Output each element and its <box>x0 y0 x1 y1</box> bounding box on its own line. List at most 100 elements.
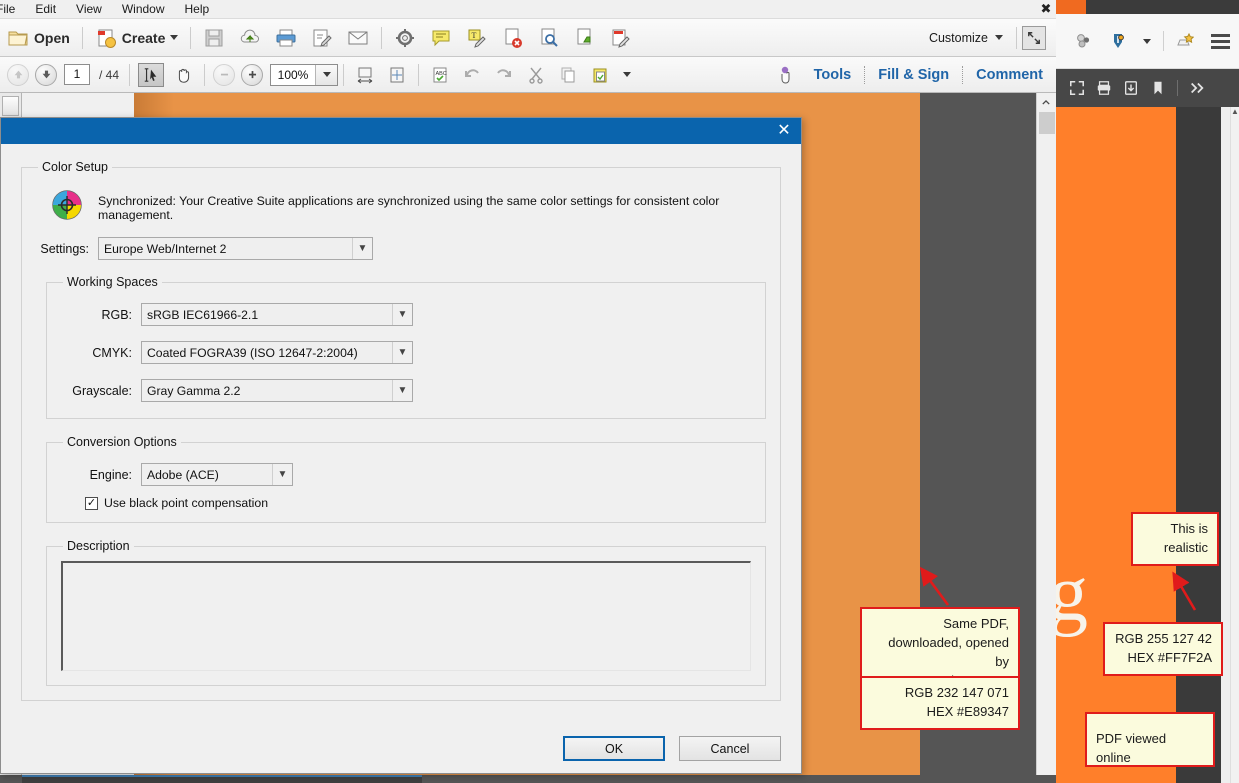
zoom-dropdown-button[interactable] <box>315 64 338 85</box>
add-comment-button[interactable] <box>423 23 459 53</box>
spell-check-button[interactable]: ABC <box>424 60 456 90</box>
fit-width-button[interactable] <box>349 60 381 90</box>
print-icon <box>275 27 297 49</box>
fill-and-sign-pane-button[interactable]: Fill & Sign <box>865 67 962 83</box>
black-point-compensation-checkbox[interactable]: ✓ <box>85 496 98 510</box>
touch-mode-button[interactable] <box>769 60 801 90</box>
rgb-select[interactable]: sRGB IEC61966-2.1 ▼ <box>141 303 413 326</box>
next-page-button[interactable] <box>35 63 57 86</box>
dialog-close-button[interactable]: ✕ <box>773 121 795 141</box>
chevron-down-icon[interactable]: ▼ <box>392 342 412 363</box>
bookmark-button[interactable] <box>1147 77 1169 99</box>
downloads-dropdown-button[interactable] <box>1136 26 1158 56</box>
select-tool-button[interactable] <box>138 62 165 87</box>
customize-menu[interactable]: Customize <box>929 31 1011 45</box>
cancel-button[interactable]: Cancel <box>679 736 781 761</box>
chevron-down-icon[interactable]: ▼ <box>272 464 292 485</box>
hamburger-menu-icon[interactable] <box>1211 33 1230 49</box>
bookmark-button[interactable] <box>1169 26 1201 56</box>
scrollbar-thumb[interactable] <box>22 775 422 783</box>
text-highlight-icon: T <box>466 27 488 49</box>
print-button[interactable] <box>1093 77 1115 99</box>
zoom-out-button[interactable] <box>213 63 236 86</box>
scroll-up-button[interactable]: ▲ <box>1231 107 1239 116</box>
delete-page-button[interactable] <box>495 23 531 53</box>
previous-page-button[interactable] <box>7 63 29 86</box>
svg-text:T: T <box>472 31 477 40</box>
black-point-compensation-row[interactable]: ✓ Use black point compensation <box>61 496 751 510</box>
menu-item-view[interactable]: View <box>66 0 112 18</box>
email-icon <box>347 27 369 49</box>
cmyk-select[interactable]: Coated FOGRA39 (ISO 12647-2:2004) ▼ <box>141 341 413 364</box>
tools-pane-button[interactable]: Tools <box>801 67 865 83</box>
toolbar-divider <box>204 63 206 86</box>
search-page-button[interactable] <box>531 23 567 53</box>
settings-select[interactable]: Europe Web/Internet 2 ▼ <box>98 237 373 260</box>
zoom-control[interactable]: 100% <box>270 63 339 86</box>
browser-tab[interactable] <box>1056 0 1086 14</box>
bookmark-star-icon <box>1176 32 1195 50</box>
menu-item-help[interactable]: Help <box>175 0 220 18</box>
hand-tool-button[interactable] <box>170 63 196 87</box>
open-button[interactable]: Open <box>0 23 77 53</box>
text-highlight-button[interactable]: T <box>459 23 495 53</box>
expand-view-button[interactable] <box>1022 25 1046 50</box>
undo-button[interactable] <box>456 60 488 90</box>
more-tools-button[interactable] <box>616 60 638 90</box>
vertical-scrollbar[interactable] <box>1036 93 1056 783</box>
menu-item-edit[interactable]: Edit <box>25 0 66 18</box>
scroll-up-button[interactable] <box>1037 93 1055 111</box>
toolbar-divider <box>381 26 383 49</box>
zoom-in-button[interactable] <box>241 63 264 86</box>
cut-button[interactable] <box>520 60 552 90</box>
ok-button[interactable]: OK <box>563 736 665 761</box>
menu-item-window[interactable]: Window <box>112 0 175 18</box>
chevron-down-icon[interactable]: ▼ <box>392 304 412 325</box>
grayscale-select[interactable]: Gray Gamma 2.2 ▼ <box>141 379 413 402</box>
dialog-button-row: OK Cancel <box>563 736 781 761</box>
menu-item-file[interactable]: File <box>0 0 25 18</box>
fit-page-icon <box>388 66 406 84</box>
browser-scrollbar[interactable]: ▲ <box>1230 107 1239 783</box>
sign-button[interactable] <box>304 23 340 53</box>
engine-select[interactable]: Adobe (ACE) ▼ <box>141 463 293 486</box>
horizontal-scrollbar[interactable] <box>0 775 1056 783</box>
fit-page-button[interactable] <box>381 60 413 90</box>
bookmark-icon <box>1154 81 1162 95</box>
email-button[interactable] <box>340 23 376 53</box>
scrollbar-thumb[interactable] <box>1038 112 1055 134</box>
edit-page-button[interactable] <box>603 23 639 53</box>
rgb-row: RGB: sRGB IEC61966-2.1 ▼ <box>61 303 751 326</box>
spellcheck-icon: ABC <box>431 66 449 84</box>
chevron-down-icon[interactable]: ▼ <box>392 380 412 401</box>
browser-tabstrip <box>1056 0 1239 14</box>
create-button[interactable]: Create <box>88 23 186 53</box>
create-label: Create <box>121 29 166 46</box>
window-close-button[interactable]: ✖ <box>1038 1 1054 17</box>
page-number-input[interactable]: 1 <box>64 64 90 85</box>
comment-pane-button[interactable]: Comment <box>963 67 1056 83</box>
paste-button[interactable] <box>584 60 616 90</box>
redo-button[interactable] <box>488 60 520 90</box>
copy-button[interactable] <box>552 60 584 90</box>
color-setup-group: Color Setup Synchronized: Your Creative … <box>21 160 781 701</box>
folder-open-icon <box>7 27 29 49</box>
toolbar-divider <box>129 63 131 86</box>
preferences-button[interactable] <box>387 23 423 53</box>
downloads-button[interactable] <box>1102 26 1134 56</box>
chevron-down-icon[interactable]: ▼ <box>352 238 372 259</box>
color-sync-icon <box>50 188 84 227</box>
upload-cloud-button[interactable] <box>232 23 268 53</box>
fullscreen-button[interactable] <box>1066 77 1088 99</box>
color-setup-legend: Color Setup <box>42 160 109 174</box>
download-button[interactable] <box>1120 77 1142 99</box>
zoom-value[interactable]: 100% <box>271 68 315 82</box>
description-textarea[interactable] <box>61 561 751 671</box>
print-button[interactable] <box>268 23 304 53</box>
page-thumbnails-tab[interactable] <box>2 96 19 116</box>
save-button[interactable] <box>196 23 232 53</box>
more-tools-button[interactable] <box>1186 77 1208 99</box>
pocket-button[interactable] <box>1068 26 1100 56</box>
export-page-button[interactable] <box>567 23 603 53</box>
rgb-label: RGB: <box>101 307 132 322</box>
